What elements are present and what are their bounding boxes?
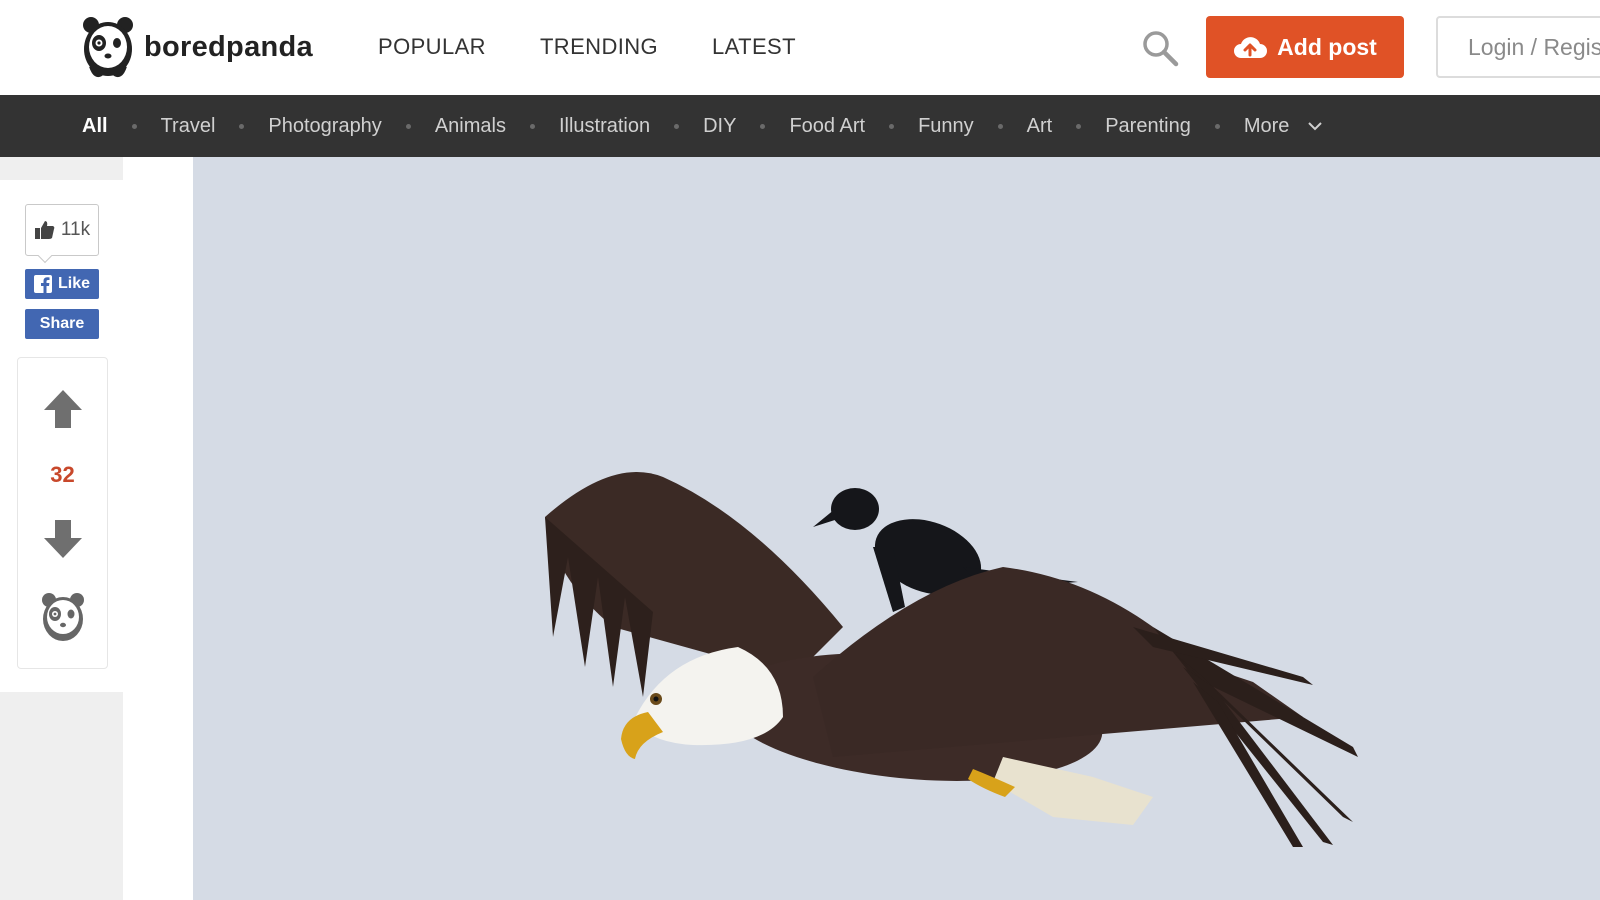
category-separator [131, 123, 137, 129]
site-logo[interactable]: boredpanda [82, 16, 313, 78]
category-separator [674, 123, 680, 129]
nav-popular[interactable]: POPULAR [378, 34, 486, 60]
category-separator [529, 123, 535, 129]
login-label: Login / Register [1468, 33, 1600, 60]
eagle-and-crow-photo [193, 157, 1600, 900]
thumbs-up-icon [34, 221, 55, 239]
fb-like-label: Like [57, 275, 90, 292]
fb-like-count-bubble: 11k [25, 204, 99, 256]
category-diy[interactable]: DIY [703, 115, 736, 138]
site-header: boredpanda POPULAR TRENDING LATEST Add p… [0, 0, 1600, 95]
category-funny[interactable]: Funny [918, 115, 974, 138]
category-parenting[interactable]: Parenting [1105, 115, 1191, 138]
category-separator [1214, 123, 1220, 129]
login-button[interactable]: Login / Register [1436, 16, 1600, 78]
category-art[interactable]: Art [1027, 115, 1053, 138]
category-separator [405, 123, 411, 129]
category-separator [1076, 123, 1082, 129]
category-travel[interactable]: Travel [161, 115, 216, 138]
facebook-icon [33, 275, 52, 293]
nav-latest[interactable]: LATEST [712, 34, 796, 60]
category-food-art[interactable]: Food Art [789, 115, 865, 138]
category-all[interactable]: All [82, 115, 108, 138]
post-image[interactable] [193, 157, 1600, 900]
category-animals[interactable]: Animals [435, 115, 506, 138]
add-post-button[interactable]: Add post [1206, 16, 1404, 78]
add-post-label: Add post [1277, 33, 1377, 60]
fb-like-button[interactable]: Like [25, 269, 99, 299]
category-photography[interactable]: Photography [268, 115, 381, 138]
category-illustration[interactable]: Illustration [559, 115, 650, 138]
fb-like-count: 11k [60, 219, 91, 240]
fb-share-button[interactable]: Share [25, 309, 99, 339]
arrow-up-icon[interactable] [42, 388, 84, 430]
main-nav: POPULAR TRENDING LATEST [378, 34, 850, 60]
fb-share-label: Share [39, 315, 85, 332]
category-list: All Travel Photography Animals Illustrat… [82, 95, 1323, 157]
category-more[interactable]: More [1244, 115, 1290, 138]
vote-box: 32 [17, 357, 108, 669]
category-separator [239, 123, 245, 129]
category-bar: All Travel Photography Animals Illustrat… [0, 95, 1600, 157]
chevron-down-icon[interactable] [1307, 121, 1323, 131]
logo-text: boredpanda [144, 30, 313, 63]
panda-logo-icon [83, 17, 133, 77]
category-separator [889, 123, 895, 129]
arrow-down-icon[interactable] [42, 518, 84, 560]
search-button[interactable] [1140, 28, 1180, 68]
vote-count: 32 [50, 462, 75, 487]
panda-icon[interactable] [41, 592, 85, 642]
cloud-upload-icon [1234, 37, 1268, 58]
nav-trending[interactable]: TRENDING [540, 34, 658, 60]
category-separator [997, 123, 1003, 129]
search-icon [1143, 31, 1179, 67]
category-separator [760, 123, 766, 129]
